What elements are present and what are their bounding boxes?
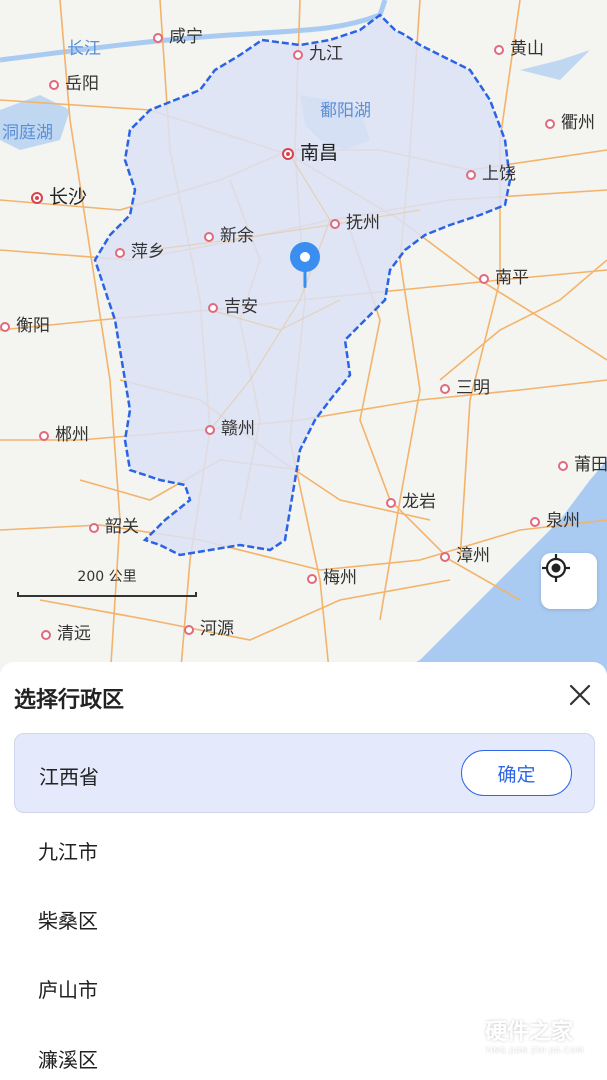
city-dot-icon — [0, 321, 10, 332]
poyanghu-label: 鄱阳湖 — [320, 101, 371, 121]
city-dot-icon — [386, 497, 396, 508]
city-shangrao: 上饶 — [466, 166, 516, 183]
city-zhangzhou: 漳州 — [440, 548, 490, 565]
city-fuzhou-jx: 抚州 — [330, 215, 380, 232]
city-hengyang: 衡阳 — [0, 318, 50, 335]
city-dot-icon — [41, 629, 51, 640]
changjiang-label: 长江 — [67, 39, 101, 59]
scale-bar — [17, 592, 197, 597]
city-dot-icon — [440, 551, 450, 562]
city-changsha: 长沙 — [31, 188, 87, 207]
city-longyan: 龙岩 — [386, 494, 436, 511]
city-dot-icon — [440, 383, 450, 394]
city-huangshan: 黄山 — [494, 41, 544, 58]
city-sanming: 三明 — [440, 380, 490, 397]
city-dot-icon — [39, 430, 49, 441]
city-yueyang: 岳阳 — [49, 76, 99, 93]
city-nanchang: 南昌 — [282, 144, 338, 163]
city-nanping: 南平 — [479, 270, 529, 287]
map-view[interactable]: 长江 洞庭湖 鄱阳湖 咸宁 九江 黄山 岳阳 衢州 南昌 上饶 长沙 抚州 萍乡… — [0, 0, 607, 680]
city-dot-icon — [49, 79, 59, 90]
region-item-jiujiang[interactable]: 九江市 — [38, 836, 98, 865]
capital-dot-icon — [31, 191, 43, 204]
city-dot-icon — [545, 118, 555, 129]
city-jian: 吉安 — [208, 299, 258, 316]
city-dot-icon — [184, 624, 194, 635]
map-scale: 200 公里 — [17, 566, 197, 597]
city-dot-icon — [115, 247, 125, 258]
scale-label: 200 公里 — [77, 569, 137, 585]
sheet-title: 选择行政区 — [14, 688, 125, 713]
watermark-main-text: 硬件之家 — [485, 1019, 574, 1045]
region-item-lushan[interactable]: 庐山市 — [38, 974, 98, 1003]
city-quanzhou: 泉州 — [530, 513, 580, 530]
city-dot-icon — [330, 218, 340, 229]
city-qingyuan: 清远 — [41, 626, 91, 643]
city-meizhou: 梅州 — [307, 570, 357, 587]
dongtinghu-label: 洞庭湖 — [2, 123, 53, 143]
confirm-button[interactable]: 确定 — [461, 750, 572, 796]
city-dot-icon — [153, 32, 163, 43]
city-shaoguan: 韶关 — [89, 519, 139, 536]
hexagon-logo-icon — [438, 1012, 476, 1056]
capital-dot-icon — [282, 147, 294, 160]
location-pin-icon[interactable] — [287, 240, 323, 290]
city-dot-icon — [293, 49, 303, 60]
crosshair-icon — [542, 554, 570, 582]
watermark: 硬件之家 YING JIAN ZHI JIA.COM — [437, 1006, 597, 1062]
city-dot-icon — [208, 302, 218, 313]
city-dot-icon — [205, 424, 215, 435]
city-quzhou: 衢州 — [545, 115, 595, 132]
close-button[interactable] — [565, 680, 595, 710]
city-dot-icon — [479, 273, 489, 284]
city-dot-icon — [494, 44, 504, 55]
city-putian: 莆田 — [558, 457, 607, 474]
city-xinyu: 新余 — [204, 228, 254, 245]
selected-region-label: 江西省 — [39, 765, 99, 789]
city-dot-icon — [466, 169, 476, 180]
city-dot-icon — [204, 231, 214, 242]
city-dot-icon — [307, 573, 317, 584]
city-pingxiang: 萍乡 — [115, 244, 165, 261]
selected-region-row[interactable]: 江西省 确定 — [14, 733, 595, 813]
city-dot-icon — [558, 460, 568, 471]
city-jiujiang: 九江 — [293, 46, 343, 63]
locate-button[interactable] — [541, 553, 597, 609]
city-xianning: 咸宁 — [153, 29, 203, 46]
city-heyuan: 河源 — [184, 621, 234, 638]
region-item-chaisang[interactable]: 柴桑区 — [38, 905, 98, 934]
watermark-sub-text: YING JIAN ZHI JIA.COM — [485, 1045, 584, 1055]
region-item-lianxi[interactable]: 濂溪区 — [38, 1044, 98, 1073]
city-ganzhou: 赣州 — [205, 421, 255, 438]
city-dot-icon — [89, 522, 99, 533]
city-dot-icon — [530, 516, 540, 527]
close-icon — [569, 684, 591, 706]
city-chenzhou: 郴州 — [39, 427, 89, 444]
